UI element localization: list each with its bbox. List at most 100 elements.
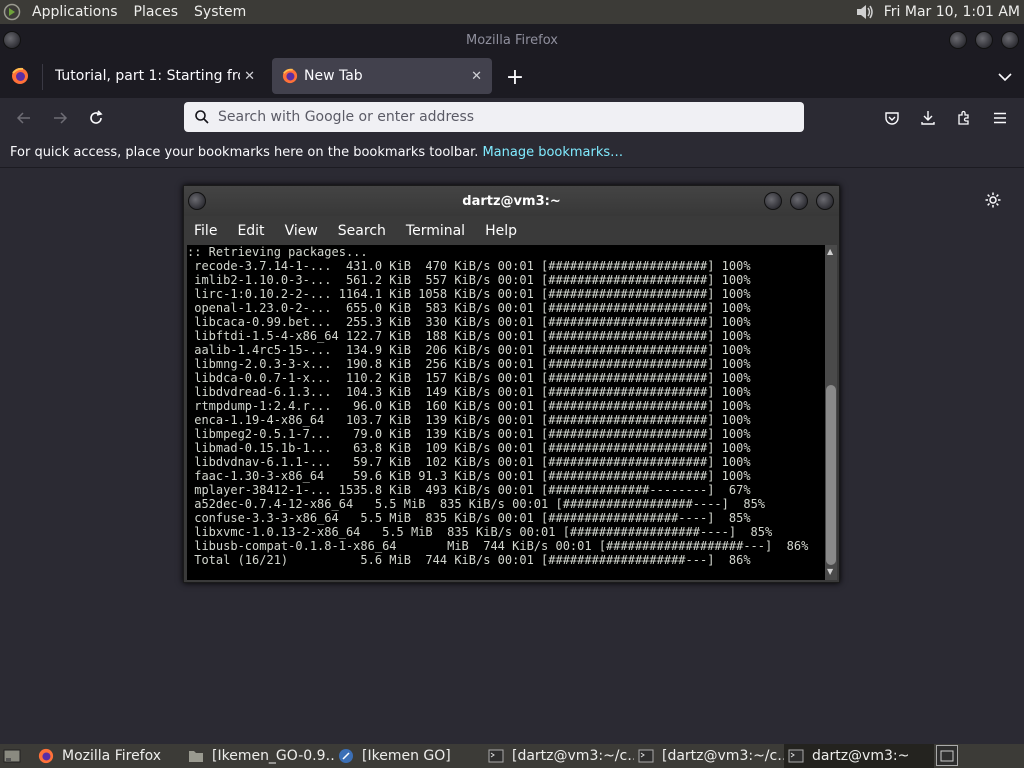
menu-terminal[interactable]: Terminal [396,223,475,239]
pkg-size: 561.2 KiB [338,273,411,287]
app-menu-button[interactable] [988,106,1012,130]
forward-button[interactable] [48,106,72,130]
pkg-rate: 149 KiB/s [410,385,491,399]
pkg-name: a52dec-0.7.4-12-x86_64 [187,497,354,511]
personalize-new-tab-button[interactable] [982,189,1004,211]
task-firefox[interactable]: Mozilla Firefox [34,744,184,768]
pkg-progress: [######################] [533,441,715,455]
terminal-line: recode-3.7.14-1-... 431.0 KiB 470 KiB/s … [187,259,825,273]
pkg-percent: 85% [714,511,751,525]
pkg-name: libdca-0.0.7-1-x... [187,371,339,385]
window-menu-button[interactable] [3,31,21,49]
pkg-size: 110.2 KiB [338,371,411,385]
pkg-name: libmpeg2-0.5.1-7... [187,427,339,441]
pkg-progress: [######################] [533,315,715,329]
pkg-rate: 139 KiB/s [410,427,491,441]
desktop-icon [3,749,21,763]
terminal-icon [488,749,504,763]
minimize-button[interactable] [949,31,967,49]
pkg-progress: [###################---] [591,539,773,553]
pkg-rate: 330 KiB/s [410,315,491,329]
task-label: Mozilla Firefox [62,748,162,764]
pkg-time: 00:01 [512,525,556,539]
firefox-icon [38,748,54,764]
tab-new-tab[interactable]: New Tab ✕ [272,58,492,94]
terminal-icon [638,749,654,763]
pkg-percent: 100% [714,413,751,427]
scroll-down-icon[interactable]: ▼ [827,567,833,576]
maximize-button[interactable] [975,31,993,49]
close-tab-icon[interactable]: ✕ [471,69,482,84]
pkg-percent: 100% [714,329,751,343]
applications-menu[interactable]: Applications [24,4,126,20]
scrollbar-thumb[interactable] [826,385,836,565]
pkg-size: 59.7 KiB [338,455,411,469]
extensions-button[interactable] [952,106,976,130]
menu-file[interactable]: File [184,223,227,239]
pkg-rate: 583 KiB/s [410,301,491,315]
terminal-minimize-button[interactable] [764,192,782,210]
distro-logo-icon[interactable] [0,3,24,21]
pkg-time: 00:01 [490,301,534,315]
downloads-button[interactable] [916,106,940,130]
terminal-window-menu-button[interactable] [188,192,206,210]
firefox-titlebar[interactable]: Mozilla Firefox [0,24,1024,56]
navigation-toolbar: Search with Google or enter address [0,98,1024,138]
pkg-size: 5.5 MiB [338,511,411,525]
terminal-line: faac-1.30-3-x86_64 59.6 KiB 91.3 KiB/s 0… [187,469,825,483]
terminal-maximize-button[interactable] [790,192,808,210]
pkg-name: rtmpdump-1:2.4.r... [187,399,339,413]
menu-search[interactable]: Search [328,223,396,239]
pkg-size: 103.7 KiB [338,413,411,427]
terminal-scrollbar[interactable]: ▲ ▼ [825,245,837,580]
task-label: [Ikemen GO] [362,748,451,764]
pkg-progress: [######################] [533,357,715,371]
pkg-time: 00:01 [490,371,534,385]
places-menu[interactable]: Places [126,4,187,20]
pkg-progress: [######################] [533,287,715,301]
new-tab-button[interactable]: + [502,64,528,90]
pocket-button[interactable] [880,106,904,130]
pkg-progress: [######################] [533,343,715,357]
task-ikemen-go[interactable]: [Ikemen GO] [334,744,484,768]
terminal-window[interactable]: dartz@vm3:~ File Edit View Search Termin… [183,185,840,583]
task-terminal-active[interactable]: dartz@vm3:~ [784,744,934,768]
workspace-icon [940,750,954,761]
scroll-up-icon[interactable]: ▲ [827,247,833,256]
url-input[interactable]: Search with Google or enter address [218,109,474,125]
pkg-percent: 100% [714,371,751,385]
firefox-view-button[interactable] [8,64,32,88]
menu-help[interactable]: Help [475,223,527,239]
reload-button[interactable] [84,106,108,130]
workspace-switcher[interactable] [936,745,958,766]
task-file-manager[interactable]: [Ikemen_GO-0.9… [184,744,334,768]
terminal-header-line: :: Retrieving packages... [187,245,368,259]
task-label: [dartz@vm3:~/c… [662,748,784,764]
pkg-size: 122.7 KiB [338,329,411,343]
clock[interactable]: Fri Mar 10, 1:01 AM [884,4,1020,20]
pkg-rate: 256 KiB/s [410,357,491,371]
show-desktop-button[interactable] [2,747,22,765]
terminal-line: libftdi-1.5-4-x86_64 122.7 KiB 188 KiB/s… [187,329,825,343]
tab-tutorial[interactable]: Tutorial, part 1: Starting from scratch … [45,58,265,94]
url-bar[interactable]: Search with Google or enter address [184,102,804,132]
list-all-tabs-button[interactable] [992,64,1018,90]
terminal-menubar: File Edit View Search Terminal Help [184,216,839,245]
speaker-icon[interactable] [854,2,876,22]
close-window-button[interactable] [1001,31,1019,49]
manage-bookmarks-link[interactable]: Manage bookmarks… [482,145,623,160]
hamburger-icon [994,112,1006,124]
task-terminal-1[interactable]: [dartz@vm3:~/c… [484,744,634,768]
terminal-output[interactable]: :: Retrieving packages... recode-3.7.14-… [187,245,825,580]
pkg-size: 431.0 KiB [338,259,411,273]
system-menu[interactable]: System [186,4,254,20]
terminal-close-button[interactable] [816,192,834,210]
task-terminal-2[interactable]: [dartz@vm3:~/c… [634,744,784,768]
close-tab-icon[interactable]: ✕ [244,69,255,84]
terminal-titlebar[interactable]: dartz@vm3:~ [184,186,839,216]
menu-view[interactable]: View [275,223,328,239]
back-button[interactable] [12,106,36,130]
terminal-line: libmng-2.0.3-3-x... 190.8 KiB 256 KiB/s … [187,357,825,371]
terminal-line: libmpeg2-0.5.1-7... 79.0 KiB 139 KiB/s 0… [187,427,825,441]
menu-edit[interactable]: Edit [227,223,274,239]
